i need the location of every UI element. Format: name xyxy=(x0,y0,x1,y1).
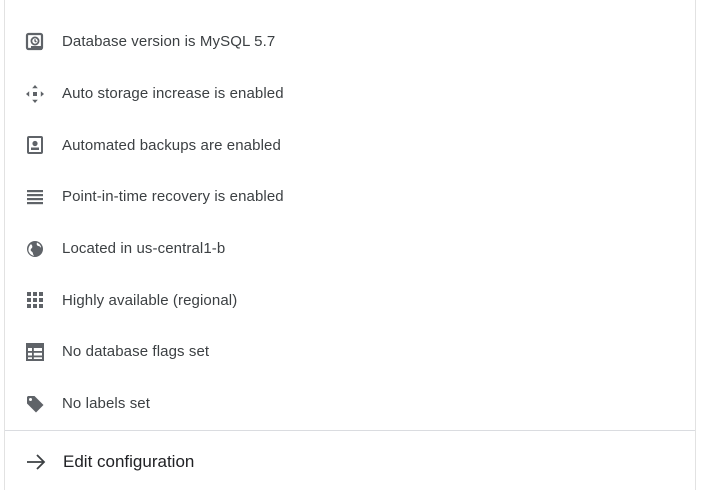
config-item-label: Auto storage increase is enabled xyxy=(62,85,284,103)
configuration-card: Database version is MySQL 5.7 Auto stora… xyxy=(4,0,696,490)
label-tag-icon xyxy=(25,394,45,414)
config-item-label: No database flags set xyxy=(62,343,210,361)
config-item-label: Highly available (regional) xyxy=(62,291,238,309)
grid-icon xyxy=(25,290,45,310)
config-item-backups: Automated backups are enabled xyxy=(5,119,695,171)
config-item-label: Point-in-time recovery is enabled xyxy=(62,188,284,206)
config-item-location: Located in us-central1-b xyxy=(5,223,695,275)
config-item-storage-increase: Auto storage increase is enabled xyxy=(5,68,695,120)
database-version-icon xyxy=(25,32,45,52)
recovery-icon xyxy=(25,187,45,207)
arrow-right-icon xyxy=(24,450,48,474)
config-item-availability: Highly available (regional) xyxy=(5,274,695,326)
config-item-label: No labels set xyxy=(62,395,151,413)
config-item-database-flags: No database flags set xyxy=(5,326,695,378)
storage-increase-icon xyxy=(25,84,45,104)
table-icon xyxy=(25,342,45,362)
config-item-recovery: Point-in-time recovery is enabled xyxy=(5,171,695,223)
edit-configuration-button[interactable]: Edit configuration xyxy=(5,437,695,487)
backup-icon xyxy=(25,135,45,155)
edit-configuration-label: Edit configuration xyxy=(63,452,195,471)
config-item-label: Located in us-central1-b xyxy=(62,240,226,258)
config-item-labels: No labels set xyxy=(5,378,695,430)
configuration-list: Database version is MySQL 5.7 Auto stora… xyxy=(5,16,695,430)
config-item-label: Automated backups are enabled xyxy=(62,136,281,154)
globe-icon xyxy=(25,239,45,259)
config-item-label: Database version is MySQL 5.7 xyxy=(62,33,276,51)
config-item-database-version: Database version is MySQL 5.7 xyxy=(5,16,695,68)
divider xyxy=(5,430,695,431)
